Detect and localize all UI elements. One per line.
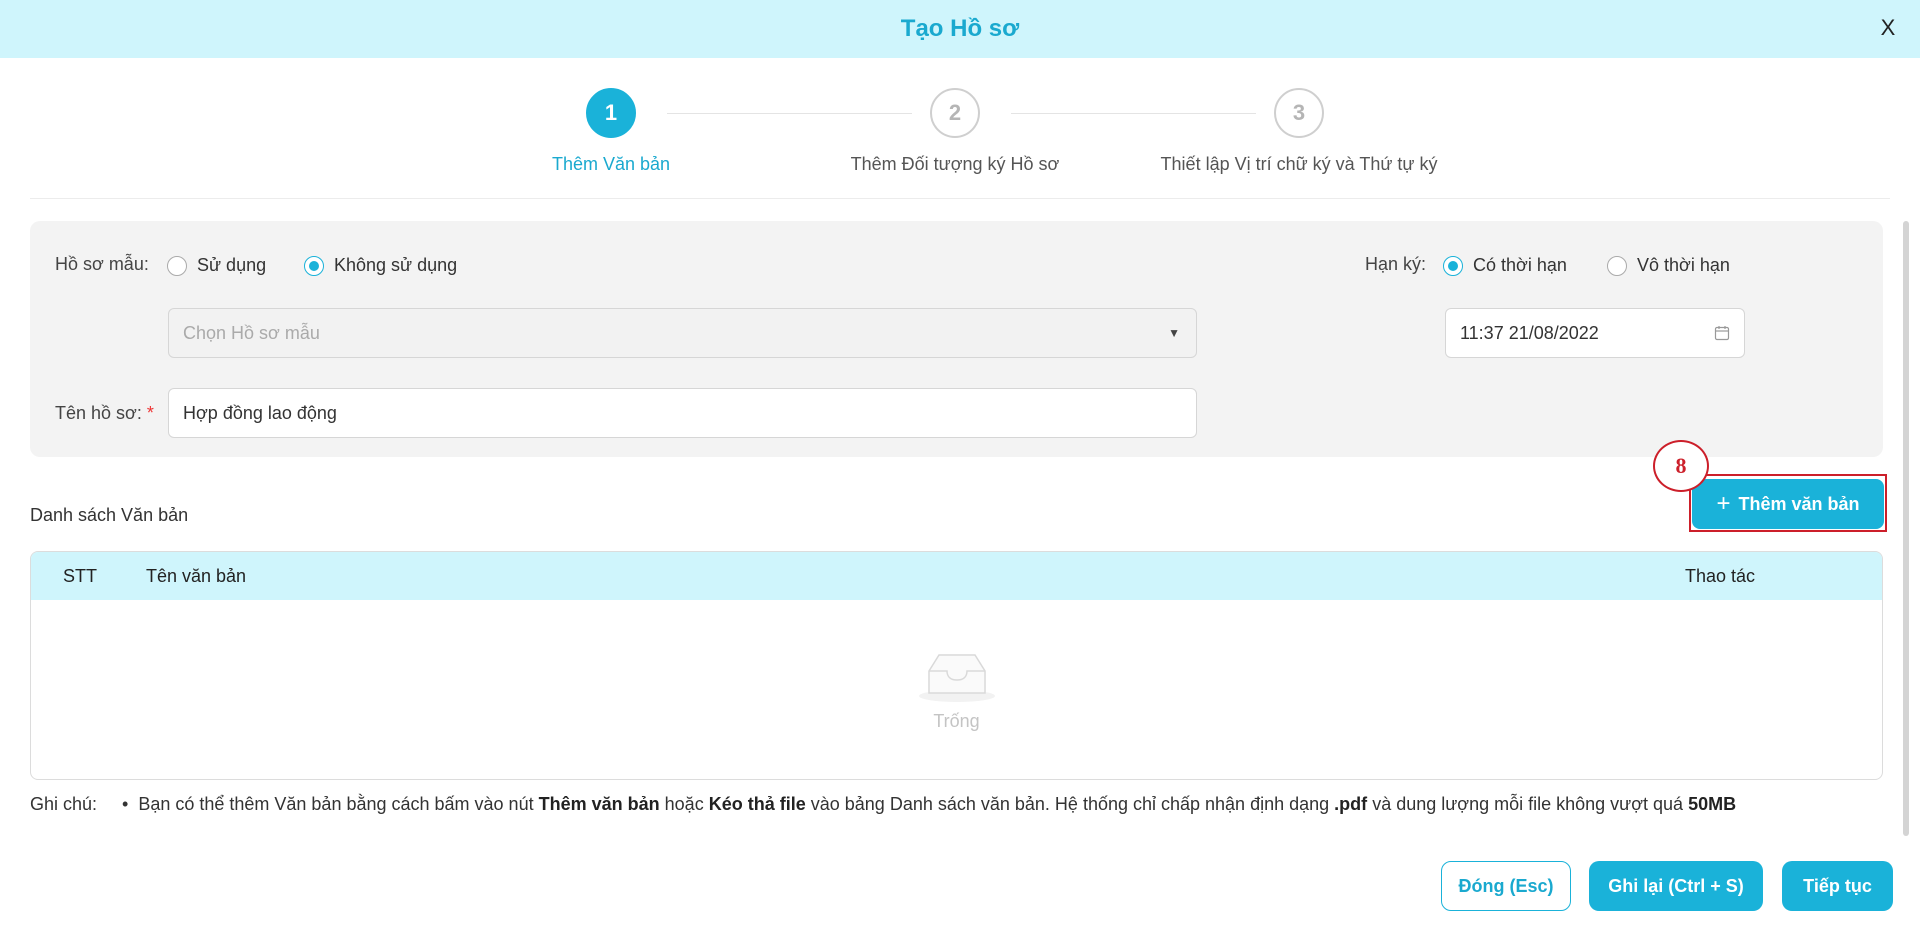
column-name: Tên văn bản xyxy=(146,566,247,586)
note-text-part: vào bảng Danh sách văn bản. Hệ thống chỉ… xyxy=(810,794,1330,814)
save-button[interactable]: Ghi lại (Ctrl + S) xyxy=(1589,861,1763,911)
modal-header: Tạo Hồ sơ X xyxy=(0,0,1920,58)
bullet-icon: • xyxy=(122,794,129,814)
stepper: 1 Thêm Văn bản 2 Thêm Đối tượng ký Hồ sơ… xyxy=(0,58,1920,198)
note-label: Ghi chú: xyxy=(30,794,98,814)
note-text-bold: Thêm văn bản xyxy=(538,794,660,814)
caret-down-icon: ▼ xyxy=(1168,326,1180,340)
step-2[interactable]: 2 Thêm Đối tượng ký Hồ sơ xyxy=(785,88,1125,175)
deadline-limited-radio[interactable]: Có thời hạn xyxy=(1443,255,1567,276)
deadline-unlimited-radio[interactable]: Vô thời hạn xyxy=(1607,255,1730,276)
note-text-part: và dung lượng mỗi file không vượt quá xyxy=(1372,794,1684,814)
note-text-part: Bạn có thể thêm Văn bản bằng cách bấm và… xyxy=(138,794,534,814)
radio-icon xyxy=(167,255,187,276)
empty-text: Trống xyxy=(933,710,980,731)
template-select[interactable]: Chọn Hồ sơ mẫu ▼ xyxy=(168,308,1197,358)
step-label: Thêm Đối tượng ký Hồ sơ xyxy=(850,154,1060,174)
deadline-datetime-input[interactable]: 11:37 21/08/2022 xyxy=(1445,308,1745,358)
column-actions: Thao tác xyxy=(1685,566,1756,586)
required-mark: * xyxy=(146,403,154,423)
name-label: Tên hồ sơ: * xyxy=(55,403,154,424)
note-text-part: hoặc xyxy=(664,794,704,814)
step-number: 2 xyxy=(930,88,980,138)
step-label: Thiết lập Vị trí chữ ký và Thứ tự ký xyxy=(1160,154,1438,174)
step-1[interactable]: 1 Thêm Văn bản xyxy=(441,88,781,175)
step-label: Thêm Văn bản xyxy=(551,154,671,174)
template-select-placeholder: Chọn Hồ sơ mẫu xyxy=(183,322,320,343)
scrollbar[interactable] xyxy=(1903,221,1909,836)
radio-label: Không sử dụng xyxy=(334,255,458,275)
document-list-title: Danh sách Văn bản xyxy=(30,505,189,525)
radio-checked-icon xyxy=(1443,255,1463,276)
empty-state: Trống xyxy=(31,600,1882,779)
radio-label: Vô thời hạn xyxy=(1637,255,1730,275)
radio-checked-icon xyxy=(304,255,324,276)
deadline-label: Hạn ký: xyxy=(1365,254,1427,274)
template-not-use-radio[interactable]: Không sử dụng xyxy=(304,255,457,276)
deadline-value: 11:37 21/08/2022 xyxy=(1460,322,1599,343)
annotation-badge: 8 xyxy=(1653,440,1709,492)
table-header: STT Tên văn bản Thao tác xyxy=(31,552,1882,600)
radio-label: Sử dụng xyxy=(197,255,267,275)
note-text-bold: 50MB xyxy=(1688,794,1737,814)
empty-inbox-icon xyxy=(918,653,995,702)
note: Ghi chú: • Bạn có thể thêm Văn bản bằng … xyxy=(30,794,1736,815)
column-index: STT xyxy=(63,566,97,586)
document-table[interactable]: STT Tên văn bản Thao tác Trống xyxy=(30,551,1883,780)
note-text: Bạn có thể thêm Văn bản bằng cách bấm và… xyxy=(138,794,1736,815)
close-icon[interactable]: X xyxy=(1872,12,1904,44)
radio-icon xyxy=(1607,255,1627,276)
template-label: Hồ sơ mẫu: xyxy=(55,254,149,274)
name-input[interactable]: Hợp đồng lao động xyxy=(168,388,1197,438)
step-number: 1 xyxy=(586,88,636,138)
name-input-value: Hợp đồng lao động xyxy=(183,402,337,423)
step-number: 3 xyxy=(1274,88,1324,138)
annotation-highlight-box xyxy=(1689,474,1887,532)
template-use-radio[interactable]: Sử dụng xyxy=(167,255,266,276)
radio-label: Có thời hạn xyxy=(1473,255,1567,275)
calendar-icon[interactable] xyxy=(1714,325,1730,341)
step-3[interactable]: 3 Thiết lập Vị trí chữ ký và Thứ tự ký xyxy=(1129,88,1469,175)
name-label-text: Tên hồ sơ: xyxy=(55,403,142,423)
note-text-bold: .pdf xyxy=(1334,794,1368,814)
next-button[interactable]: Tiếp tục xyxy=(1782,861,1893,911)
form-panel: Hồ sơ mẫu: Sử dụng Không sử dụng Chọn Hồ… xyxy=(30,221,1883,457)
modal-title: Tạo Hồ sơ xyxy=(900,15,1020,42)
note-text-bold: Kéo thả file xyxy=(708,794,806,814)
close-button[interactable]: Đóng (Esc) xyxy=(1441,861,1571,911)
divider xyxy=(30,198,1890,199)
